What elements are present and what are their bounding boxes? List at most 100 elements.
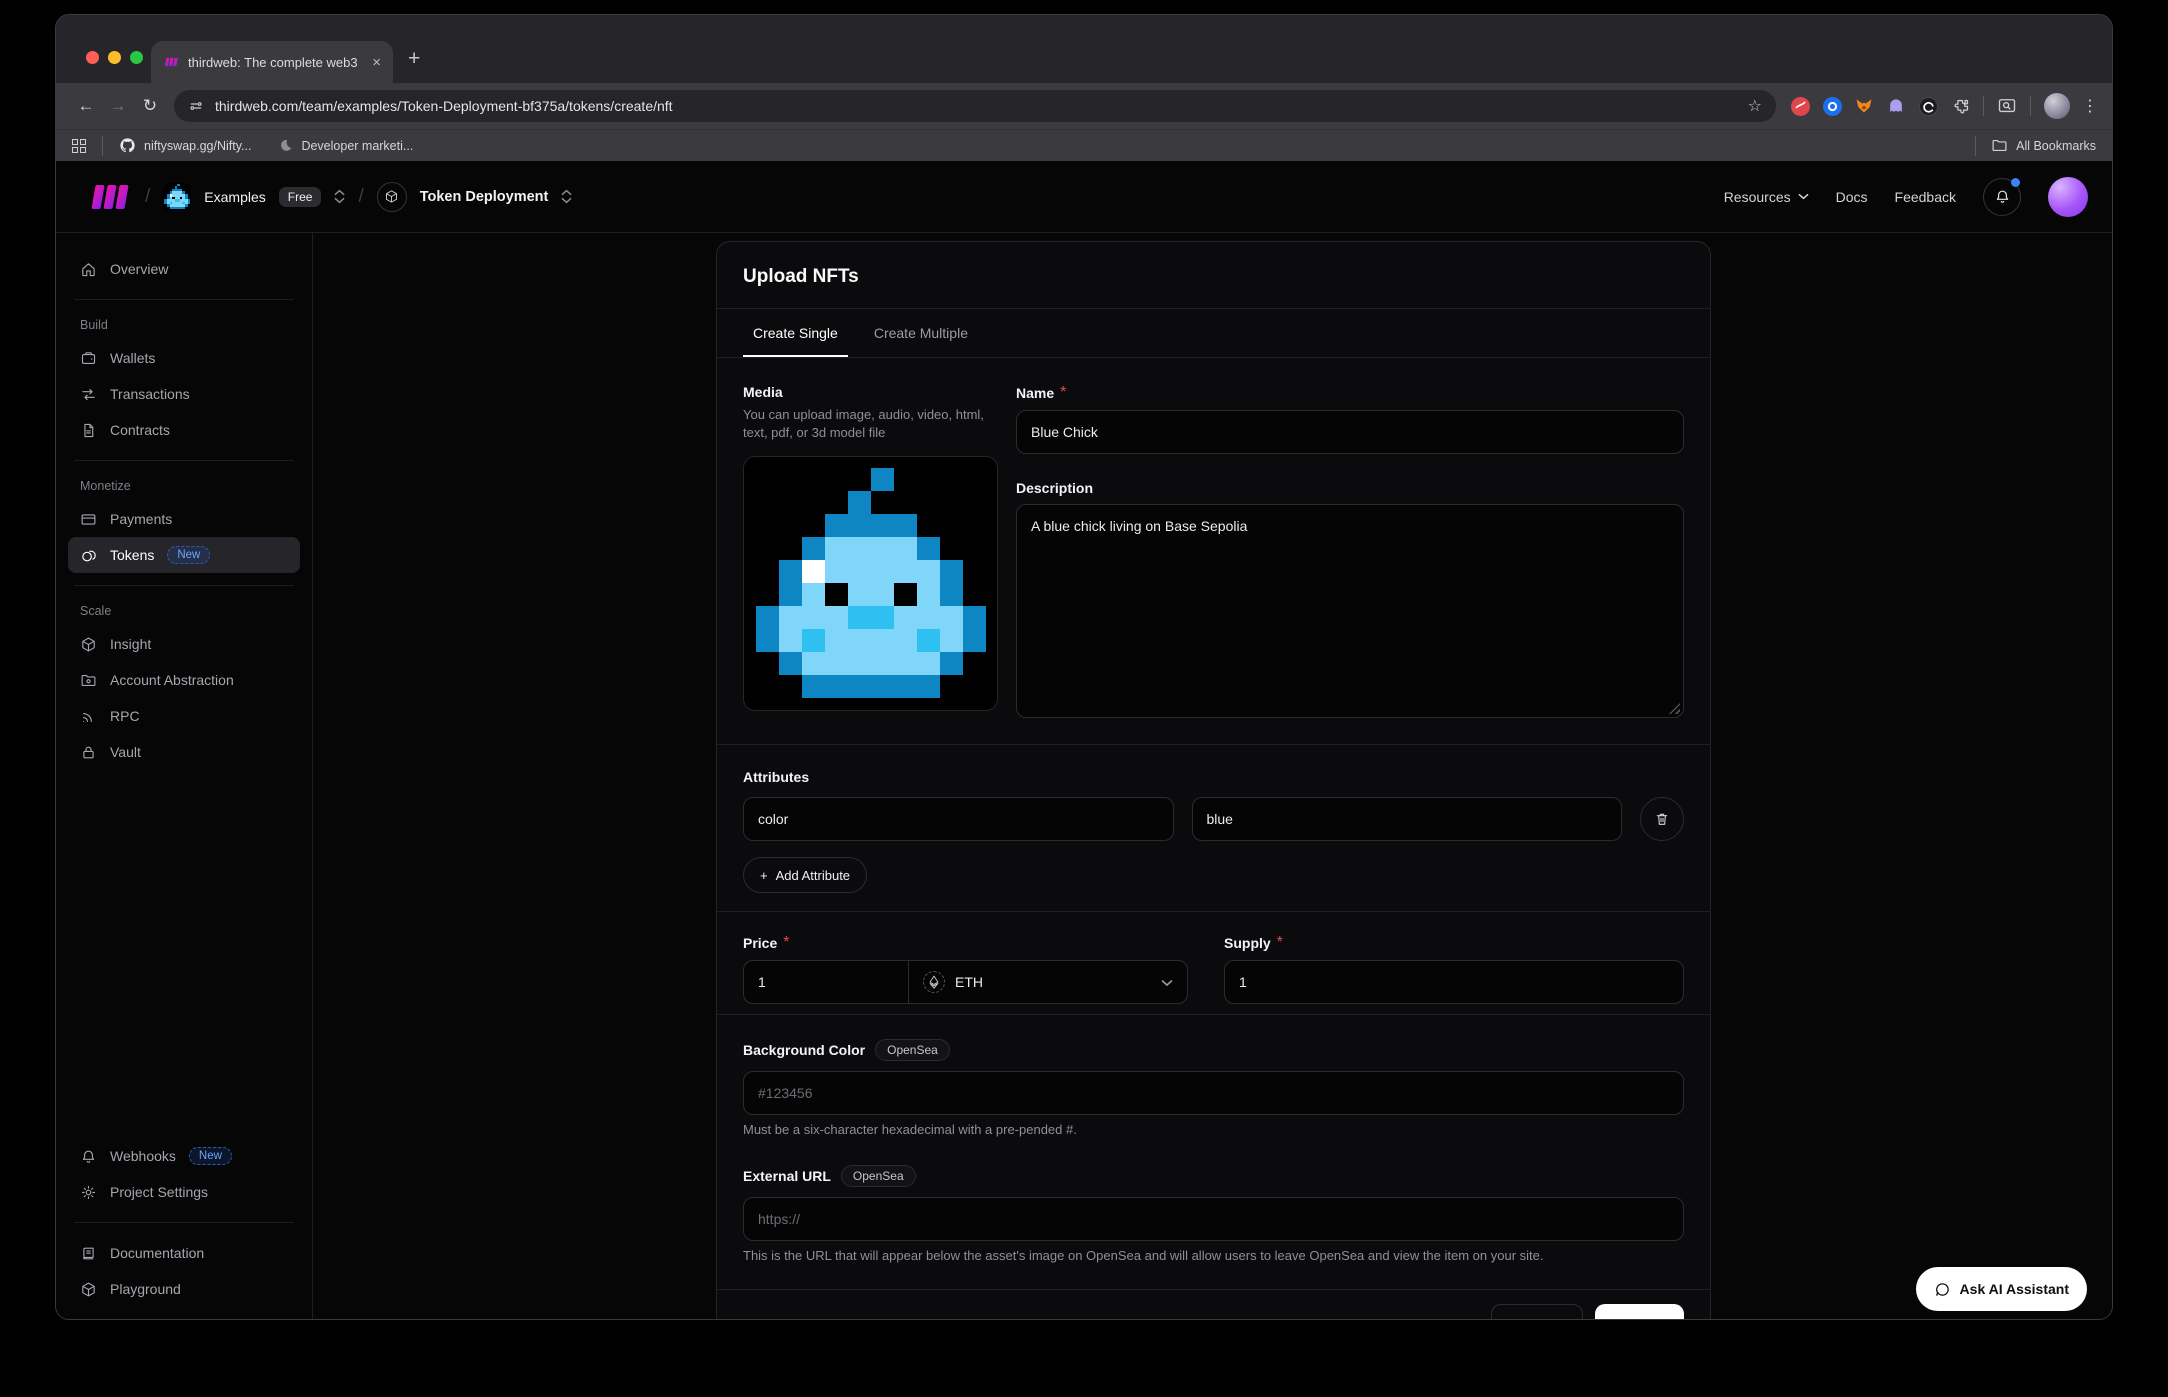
reload-icon[interactable]: ↻ bbox=[134, 96, 166, 116]
required-asterisk: * bbox=[783, 934, 789, 952]
background-color-input[interactable] bbox=[743, 1071, 1684, 1115]
bookmark-item[interactable]: niftyswap.gg/Nifty... bbox=[119, 137, 251, 154]
site-settings-icon[interactable] bbox=[188, 98, 204, 114]
sidebar-item-documentation[interactable]: Documentation bbox=[68, 1235, 300, 1271]
delete-attribute-button[interactable] bbox=[1640, 797, 1684, 841]
home-icon bbox=[80, 261, 97, 278]
sidebar-item-account-abstraction[interactable]: Account Abstraction bbox=[68, 662, 300, 698]
transactions-icon bbox=[80, 386, 97, 403]
team-switcher-icon[interactable] bbox=[334, 189, 345, 204]
attribute-value-input[interactable] bbox=[1192, 797, 1623, 841]
forward-icon[interactable]: → bbox=[102, 96, 134, 116]
sidebar-item-vault[interactable]: Vault bbox=[68, 734, 300, 770]
project-name[interactable]: Token Deployment bbox=[420, 189, 549, 205]
zoom-window-button[interactable] bbox=[130, 51, 143, 64]
sidebar-divider bbox=[74, 460, 294, 461]
back-button[interactable]: ← Back bbox=[1491, 1304, 1583, 1320]
sidebar-item-tokens[interactable]: Tokens New bbox=[68, 537, 300, 573]
extension-icon[interactable] bbox=[1788, 94, 1812, 118]
background-color-label: Background Color bbox=[743, 1042, 865, 1058]
sidebar-item-playground[interactable]: Playground bbox=[68, 1271, 300, 1307]
extensions-puzzle-icon[interactable] bbox=[1948, 94, 1972, 118]
header-actions: Resources Docs Feedback bbox=[1724, 177, 2088, 217]
all-bookmarks-label: All Bookmarks bbox=[2016, 139, 2096, 153]
box-icon bbox=[80, 636, 97, 653]
sidebar-divider bbox=[74, 1222, 294, 1223]
attribute-name-input[interactable] bbox=[743, 797, 1174, 841]
description-textarea[interactable]: A blue chick living on Base Sepolia bbox=[1016, 504, 1684, 718]
name-input[interactable] bbox=[1016, 410, 1684, 454]
bookmarks-separator bbox=[1975, 136, 1976, 156]
apps-grid-icon[interactable] bbox=[72, 139, 86, 153]
sidebar-item-label: Tokens bbox=[110, 547, 154, 563]
minimize-window-button[interactable] bbox=[108, 51, 121, 64]
project-switcher-icon[interactable] bbox=[561, 189, 572, 204]
new-badge: New bbox=[167, 546, 210, 564]
description-label: Description bbox=[1016, 480, 1684, 496]
phantom-extension-icon[interactable] bbox=[1884, 94, 1908, 118]
tab-create-multiple[interactable]: Create Multiple bbox=[864, 309, 978, 357]
browser-profile-avatar[interactable] bbox=[2044, 93, 2070, 119]
sidebar-divider bbox=[74, 299, 294, 300]
url-bar[interactable]: thirdweb.com/team/examples/Token-Deploym… bbox=[174, 90, 1776, 122]
external-url-label: External URL bbox=[743, 1168, 831, 1184]
sidebar-item-webhooks[interactable]: Webhooks New bbox=[68, 1138, 300, 1174]
bookmark-item[interactable]: Developer marketi... bbox=[278, 138, 413, 153]
media-upload-box[interactable] bbox=[743, 456, 998, 711]
browser-tab[interactable]: thirdweb: The complete web3 × bbox=[151, 41, 393, 83]
media-helper: You can upload image, audio, video, html… bbox=[743, 406, 998, 442]
tab-close-icon[interactable]: × bbox=[372, 55, 381, 70]
sidebar-item-label: Documentation bbox=[110, 1245, 204, 1261]
sidebar-divider bbox=[74, 585, 294, 586]
new-tab-button[interactable]: + bbox=[408, 47, 420, 71]
extension-icon[interactable] bbox=[1916, 94, 1940, 118]
sidebar-item-payments[interactable]: Payments bbox=[68, 501, 300, 537]
bookmark-star-icon[interactable]: ☆ bbox=[1748, 96, 1762, 116]
sidebar-item-insight[interactable]: Insight bbox=[68, 626, 300, 662]
team-name[interactable]: Examples bbox=[204, 189, 265, 205]
supply-input[interactable] bbox=[1224, 960, 1684, 1004]
next-button[interactable]: Next → bbox=[1595, 1304, 1684, 1320]
price-label: Price bbox=[743, 935, 777, 951]
page-title: Upload NFTs bbox=[717, 242, 1710, 308]
arrow-right-icon: → bbox=[1652, 1318, 1666, 1320]
all-bookmarks[interactable]: All Bookmarks bbox=[1968, 136, 2096, 156]
sidebar-item-rpc[interactable]: RPC bbox=[68, 698, 300, 734]
media-name-section: Media You can upload image, audio, video… bbox=[717, 358, 1710, 744]
sidebar-item-contracts[interactable]: Contracts bbox=[68, 412, 300, 448]
external-url-helper: This is the URL that will appear below t… bbox=[743, 1247, 1684, 1265]
sidebar-section-title: Scale bbox=[68, 598, 300, 626]
add-attribute-button[interactable]: + Add Attribute bbox=[743, 857, 867, 893]
thirdweb-logo[interactable] bbox=[86, 183, 132, 211]
external-url-input[interactable] bbox=[743, 1197, 1684, 1241]
url-text: thirdweb.com/team/examples/Token-Deploym… bbox=[215, 98, 673, 114]
sidebar-item-overview[interactable]: Overview bbox=[68, 251, 300, 287]
attributes-label: Attributes bbox=[743, 769, 1684, 785]
chat-bubble-icon bbox=[1934, 1281, 1951, 1298]
extension-icon[interactable] bbox=[1820, 94, 1844, 118]
browser-menu-icon[interactable]: ⋮ bbox=[2082, 96, 2098, 116]
book-icon bbox=[80, 1245, 97, 1262]
signal-icon bbox=[80, 708, 97, 725]
browser-window: thirdweb: The complete web3 × + ← → ↻ th… bbox=[55, 14, 2113, 1320]
thirdweb-favicon-icon bbox=[163, 55, 179, 69]
screen-search-icon[interactable] bbox=[1995, 94, 2019, 118]
resources-menu[interactable]: Resources bbox=[1724, 189, 1809, 205]
sidebar-item-project-settings[interactable]: Project Settings bbox=[68, 1174, 300, 1210]
price-input[interactable] bbox=[744, 961, 909, 1003]
sidebar-item-transactions[interactable]: Transactions bbox=[68, 376, 300, 412]
user-avatar[interactable] bbox=[2048, 177, 2088, 217]
metamask-extension-icon[interactable] bbox=[1852, 94, 1876, 118]
currency-select[interactable]: ETH bbox=[909, 961, 1187, 1003]
tab-create-single[interactable]: Create Single bbox=[743, 309, 848, 357]
ask-ai-assistant-button[interactable]: Ask AI Assistant bbox=[1916, 1267, 2087, 1311]
close-window-button[interactable] bbox=[86, 51, 99, 64]
wallet-icon bbox=[80, 350, 97, 367]
back-icon[interactable]: ← bbox=[70, 96, 102, 116]
opensea-section: Background Color OpenSea Must be a six-c… bbox=[717, 1014, 1710, 1289]
notifications-button[interactable] bbox=[1983, 178, 2021, 216]
feedback-link[interactable]: Feedback bbox=[1895, 189, 1956, 205]
docs-link[interactable]: Docs bbox=[1836, 189, 1868, 205]
sidebar-item-wallets[interactable]: Wallets bbox=[68, 340, 300, 376]
plan-badge: Free bbox=[279, 187, 322, 207]
